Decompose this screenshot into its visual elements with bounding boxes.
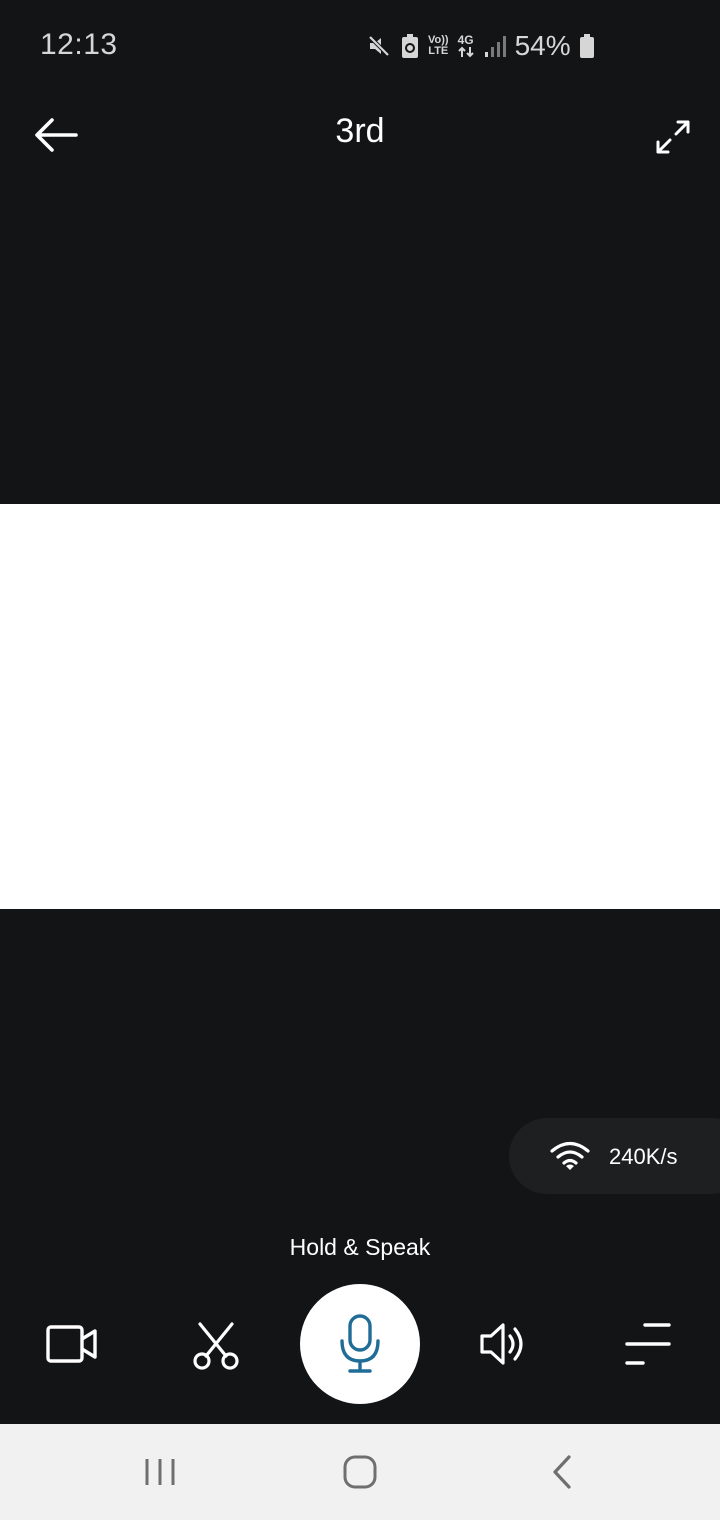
volte-icon: Vo)) LTE [428, 34, 449, 57]
battery-percent: 54% [514, 30, 571, 61]
fullscreen-button[interactable] [648, 112, 698, 162]
more-menu-button[interactable] [620, 1320, 676, 1368]
chevron-left-icon [553, 1455, 571, 1489]
home-button[interactable] [330, 1452, 390, 1492]
wifi-icon [550, 1141, 590, 1170]
video-view[interactable] [0, 504, 720, 909]
status-time: 12:13 [40, 28, 118, 61]
status-bar: 12:13 Vo)) LTE 4G 54% [0, 0, 720, 90]
record-button[interactable] [42, 1320, 102, 1370]
scissors-icon [193, 1322, 239, 1370]
battery-icon [579, 33, 595, 59]
menu-lines-icon [625, 1323, 671, 1365]
signal-icon [483, 34, 507, 58]
network-speed: 240K/s [609, 1144, 678, 1169]
hold-to-speak-button[interactable] [300, 1284, 420, 1404]
record-video-icon [46, 1325, 97, 1363]
hold-to-speak-label: Hold & Speak [289, 1234, 431, 1260]
system-back-button[interactable] [532, 1452, 592, 1492]
network-speed-badge: 240K/s [509, 1118, 720, 1194]
app-bar: 3rd [0, 90, 720, 180]
system-nav-bar [0, 1424, 720, 1520]
expand-icon [656, 120, 690, 154]
speaker-icon [480, 1323, 523, 1365]
screenshot-button[interactable] [188, 1316, 244, 1372]
battery-saver-icon [400, 33, 420, 59]
status-icons: Vo)) LTE 4G 54% [366, 26, 595, 66]
recent-apps-button[interactable] [130, 1452, 190, 1492]
mute-icon [366, 33, 392, 59]
recent-apps-icon [145, 1459, 175, 1485]
control-bar [0, 1284, 720, 1404]
home-icon [343, 1455, 377, 1489]
microphone-icon [340, 1314, 380, 1373]
4g-data-icon: 4G [457, 34, 475, 58]
page-title: 3rd [335, 112, 385, 150]
speaker-button[interactable] [476, 1318, 532, 1370]
